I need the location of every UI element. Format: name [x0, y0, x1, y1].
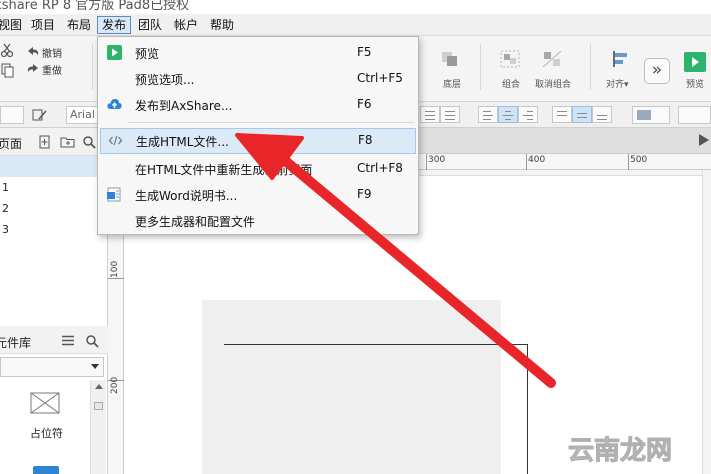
- annotation-arrow-icon: [235, 133, 556, 388]
- watermark-logo: 云南龙网: [568, 436, 673, 467]
